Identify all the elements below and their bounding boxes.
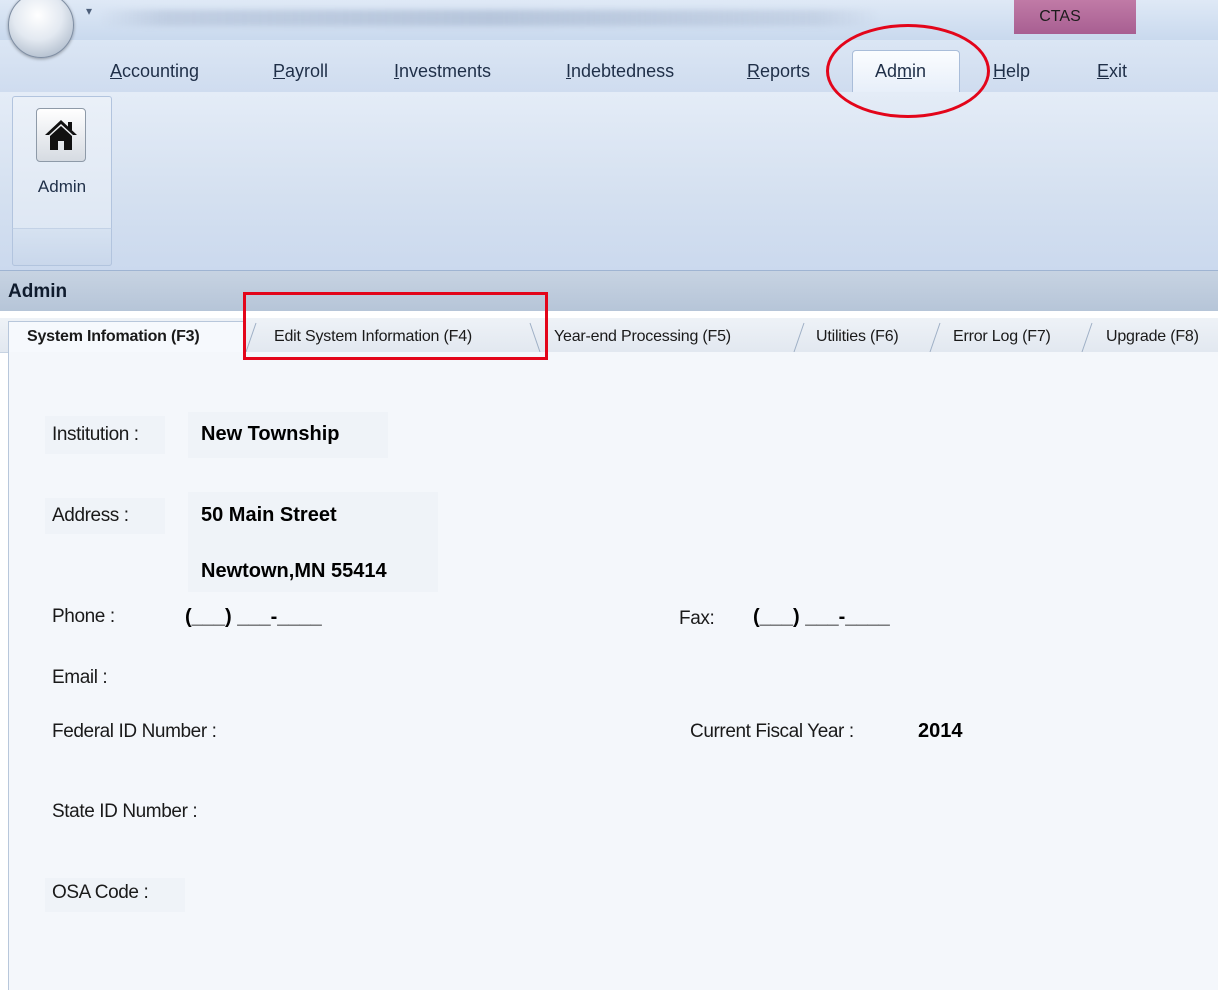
email-label: Email : [52,667,108,688]
ribbon [0,92,1218,271]
tab-separator [793,322,805,352]
fax-label: Fax: [679,608,715,629]
tab-system-information[interactable]: System Infomation (F3) [8,321,244,352]
address-line1-value: 50 Main Street [201,504,337,526]
quick-access-dropdown-icon[interactable]: ▾ [86,4,92,18]
tab-upgrade[interactable]: Upgrade (F8) [1106,321,1199,352]
app-name: CTAS [1039,8,1081,25]
menu-indebtedness[interactable]: Indebtedness [566,61,674,82]
tab-error-log[interactable]: Error Log (F7) [953,321,1051,352]
osa-code-label: OSA Code : [52,882,149,903]
institution-label: Institution : [52,424,139,445]
fiscal-year-label: Current Fiscal Year : [690,721,854,742]
address-line2-value: Newtown,MN 55414 [201,560,387,582]
menu-exit[interactable]: Exit [1097,61,1127,82]
section-header [0,271,1218,311]
federal-id-label: Federal ID Number : [52,721,217,742]
admin-home-button[interactable] [36,108,86,162]
phone-label: Phone : [52,606,115,627]
menu-reports[interactable]: Reports [747,61,810,82]
address-label: Address : [52,505,129,526]
state-id-label: State ID Number : [52,801,198,822]
tab-separator [1081,322,1093,352]
annotation-rectangle [243,292,548,360]
annotation-ellipse [826,24,990,118]
menu-help[interactable]: Help [993,61,1030,82]
institution-value: New Township [201,423,340,445]
fax-value: (___) ___-____ [753,606,890,628]
tab-utilities[interactable]: Utilities (F6) [816,321,899,352]
phone-value: (___) ___-____ [185,606,322,628]
blurred-window-title [100,10,880,26]
menu-investments[interactable]: Investments [394,61,491,82]
menu-accounting[interactable]: Accounting [110,61,199,82]
tab-year-end-processing[interactable]: Year-end Processing (F5) [554,321,731,352]
section-title: Admin [8,281,68,302]
home-icon [45,120,77,150]
ribbon-group-footer [12,228,112,266]
admin-button-label: Admin [37,177,87,196]
menu-payroll[interactable]: Payroll [273,61,328,82]
tab-separator [929,322,941,352]
fiscal-year-value: 2014 [918,720,963,742]
